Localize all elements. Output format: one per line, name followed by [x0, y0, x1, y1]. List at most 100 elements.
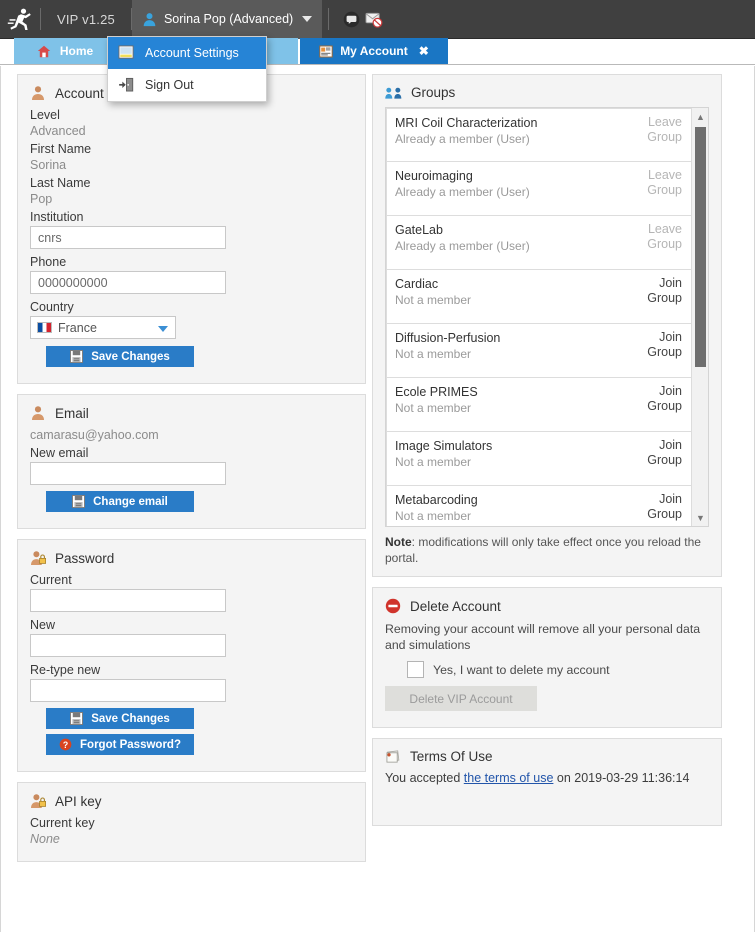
group-users-icon [385, 87, 402, 99]
terms-of-use-link[interactable]: the terms of use [464, 771, 554, 785]
flag-france-icon [37, 322, 52, 333]
first-name-value: Sorina [30, 158, 67, 172]
vip-logo[interactable] [0, 0, 40, 39]
vip-portal-window: VIP v1.25 Sorina Pop (Advanced) Home My … [0, 0, 755, 932]
tab-home[interactable]: Home [14, 38, 116, 64]
group-action-button[interactable]: Join Group [647, 492, 682, 522]
group-action-button[interactable]: Join Group [647, 330, 682, 360]
group-action-button[interactable]: Leave Group [647, 168, 682, 198]
group-status: Already a member (User) [395, 132, 530, 146]
terms-document-icon [386, 749, 400, 763]
institution-input[interactable] [30, 226, 226, 249]
group-row: Cardiac Not a member Join Group [386, 270, 693, 324]
country-select[interactable]: France [30, 316, 176, 339]
new-password-input[interactable] [30, 634, 226, 657]
user-name-label: Sorina Pop (Advanced) [163, 12, 294, 26]
current-email-value: camarasu@yahoo.com [30, 428, 159, 442]
right-column: Groups MRI Coil Characterization Already… [372, 74, 722, 836]
group-status: Not a member [395, 509, 472, 523]
groups-title: Groups [385, 85, 709, 100]
tab-home-label: Home [59, 44, 94, 58]
terms-title-text: Terms Of Use [410, 749, 493, 764]
delete-account-title: Delete Account [385, 598, 709, 614]
account-settings-icon [118, 45, 134, 59]
group-action-button[interactable]: Join Group [647, 276, 682, 306]
group-row: GateLab Already a member (User) Leave Gr… [386, 216, 693, 270]
panel-groups: Groups MRI Coil Characterization Already… [372, 74, 722, 577]
group-row: Image Simulators Not a member Join Group [386, 432, 693, 486]
user-lock-icon [31, 794, 46, 808]
change-email-button[interactable]: Change email [46, 491, 194, 512]
delete-forbidden-icon [385, 598, 401, 614]
save-password-button[interactable]: Save Changes [46, 708, 194, 729]
phone-input[interactable] [30, 271, 226, 294]
terms-accepted-line: You accepted the terms of use on 2019-03… [385, 771, 709, 785]
groups-note: Note: modifications will only take effec… [385, 534, 709, 566]
delete-vip-account-button[interactable]: Delete VIP Account [385, 686, 537, 711]
scrollbar-thumb[interactable] [695, 127, 706, 367]
panel-delete-account: Delete Account Removing your account wil… [372, 587, 722, 728]
group-name: Ecole PRIMES [395, 385, 478, 399]
country-select-value: France [58, 320, 97, 335]
group-name: MRI Coil Characterization [395, 116, 538, 130]
current-key-label: Current key [30, 816, 95, 830]
delete-account-description: Removing your account will remove all yo… [385, 622, 701, 652]
panel-email: Email camarasu@yahoo.com New email Chang… [17, 394, 366, 529]
group-action-button[interactable]: Join Group [647, 438, 682, 468]
password-title-text: Password [55, 550, 115, 566]
terms-text-before: You accepted [385, 771, 464, 785]
save-account-changes-label: Save Changes [91, 350, 170, 363]
messages-icon[interactable] [365, 11, 383, 28]
tab-my-account[interactable]: My Account ✖ [300, 38, 448, 64]
save-account-changes-button[interactable]: Save Changes [46, 346, 194, 367]
user-menu-button[interactable]: Sorina Pop (Advanced) [131, 0, 323, 39]
current-key-value: None [30, 832, 60, 846]
home-icon [37, 45, 51, 57]
scroll-down-arrow-icon[interactable]: ▼ [692, 509, 708, 526]
support-chat-icon[interactable] [343, 11, 360, 28]
version-label: VIP v1.25 [57, 11, 115, 27]
terms-text-after: on 2019-03-29 11:36:14 [553, 771, 690, 785]
user-icon [32, 406, 44, 420]
groups-scrollbar[interactable]: ▲ ▼ [691, 108, 708, 526]
country-label: Country [30, 300, 74, 314]
account-icon [319, 45, 333, 57]
group-action-button[interactable]: Leave Group [647, 222, 682, 252]
tab-my-account-label: My Account [340, 44, 408, 58]
group-action-button[interactable]: Join Group [647, 384, 682, 414]
delete-confirm-row: Yes, I want to delete my account [407, 661, 709, 678]
first-name-label: First Name [30, 142, 92, 156]
delete-account-title-text: Delete Account [410, 598, 501, 614]
save-icon [70, 712, 84, 725]
left-column: Account Info Level Advanced First Name S… [17, 74, 366, 872]
sign-out-icon [119, 77, 134, 92]
scroll-up-arrow-icon[interactable]: ▲ [692, 108, 708, 125]
save-icon [70, 350, 84, 363]
group-status: Already a member (User) [395, 185, 530, 199]
menu-item-sign-out[interactable]: Sign Out [108, 69, 266, 101]
save-icon [72, 495, 86, 508]
delete-vip-account-label: Delete VIP Account [409, 691, 513, 706]
top-bar: VIP v1.25 Sorina Pop (Advanced) [0, 0, 755, 39]
panel-api-key: API key Current key None [17, 782, 366, 862]
current-password-input[interactable] [30, 589, 226, 612]
panel-terms-of-use: Terms Of Use You accepted the terms of u… [372, 738, 722, 826]
save-password-label: Save Changes [91, 712, 170, 725]
menu-item-account-settings[interactable]: Account Settings [108, 37, 266, 69]
running-figure-logo [7, 8, 31, 30]
new-email-input[interactable] [30, 462, 226, 485]
group-status: Not a member [395, 293, 472, 307]
delete-confirm-checkbox[interactable] [407, 661, 424, 678]
retype-password-input[interactable] [30, 679, 226, 702]
svg-text:?: ? [63, 740, 68, 750]
email-title: Email [30, 405, 353, 421]
groups-scroll-area: MRI Coil Characterization Already a memb… [385, 107, 709, 527]
delete-confirm-label: Yes, I want to delete my account [433, 662, 610, 677]
forgot-password-button[interactable]: ? Forgot Password? [46, 734, 194, 755]
group-action-button[interactable]: Leave Group [647, 115, 682, 145]
institution-label: Institution [30, 210, 84, 224]
groups-title-text: Groups [411, 85, 456, 100]
tab-close-icon[interactable]: ✖ [419, 45, 429, 57]
group-name: Metabarcoding [395, 493, 478, 507]
retype-password-label: Re-type new [30, 663, 101, 677]
